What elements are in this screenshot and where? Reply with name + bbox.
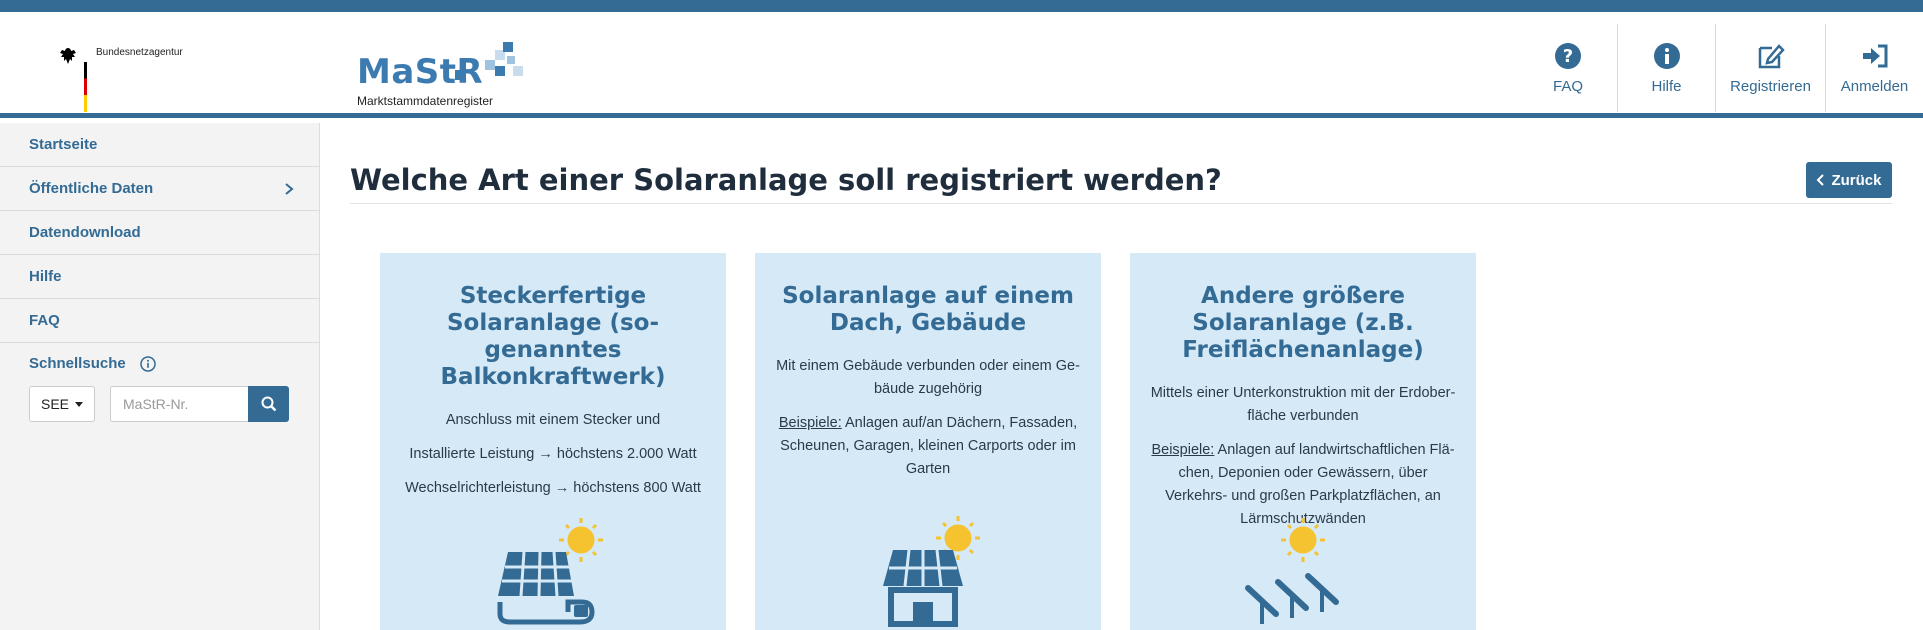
nav-faq[interactable]: ? FAQ — [1519, 24, 1617, 112]
ground-solar-field-icon — [1245, 518, 1339, 624]
card-illustration — [1130, 510, 1476, 630]
question-circle-icon: ? — [1555, 42, 1581, 69]
flag-stripe — [84, 62, 87, 112]
sidebar-item-label: Hilfe — [29, 268, 62, 285]
quick-search-title: Schnellsuche — [29, 355, 290, 372]
title-divider — [350, 203, 1892, 204]
card-title: Andere größere Solaranlage (z.B. Freiflä… — [1182, 283, 1424, 363]
quick-search-label: Schnellsuche — [29, 355, 126, 372]
card-freiflaechenanlage[interactable]: Andere größere Solaranlage (z.B. Freiflä… — [1130, 253, 1476, 630]
back-button[interactable]: Zurück — [1806, 162, 1892, 198]
logo-squares-icon — [455, 42, 523, 80]
sidebar-item-label: Datendownload — [29, 224, 141, 241]
house-solar-roof-icon — [883, 516, 980, 627]
card-description: Mit einem Gebäude verbunden oder einem G… — [776, 358, 1080, 397]
sidebar-item-hilfe[interactable]: Hilfe — [0, 255, 319, 299]
back-button-label: Zurück — [1831, 171, 1882, 189]
mastr-logo[interactable]: MaStR Marktstammdatenregister — [357, 30, 523, 108]
quick-search-type-select[interactable]: SEE — [29, 386, 95, 422]
card-line: Installierte Leistung → höchstens 2.000 … — [409, 446, 697, 462]
edit-icon — [1758, 43, 1785, 68]
card-title: Steckerfertige Solaranlage (so-genanntes… — [440, 283, 666, 390]
sidebar-item-oeffentliche-daten[interactable]: Öffentliche Daten — [0, 167, 319, 211]
quick-search-button[interactable] — [248, 386, 289, 422]
info-circle-icon[interactable] — [139, 355, 156, 372]
page-title: Welche Art einer Solaranlage soll regist… — [350, 163, 1222, 197]
card-line: Anschluss mit einem Stecker und — [445, 412, 661, 428]
nav-faq-label: FAQ — [1552, 77, 1583, 95]
nav-anmelden[interactable]: Anmelden — [1825, 24, 1923, 112]
nav-hilfe-label: Hilfe — [1651, 77, 1682, 95]
chevron-left-icon — [1817, 174, 1825, 186]
nav-anmelden-label: Anmelden — [1840, 77, 1909, 95]
sidebar-item-datendownload[interactable]: Datendownload — [0, 211, 319, 255]
card-illustration — [755, 510, 1101, 630]
site-header: Bundesnetzagentur MaStR Marktstammdatenr… — [0, 12, 1923, 118]
federal-eagle-icon — [60, 48, 76, 64]
card-line: Wechselrichterleistung → höchstens 800 W… — [405, 480, 701, 496]
card-illustration — [380, 510, 726, 630]
nav-hilfe[interactable]: Hilfe — [1617, 24, 1715, 112]
plug-solar-panel-icon — [497, 518, 603, 625]
card-description: Mittels einer Unterkonstruktion mit der … — [1150, 385, 1456, 424]
sidebar: Startseite Öffentliche Daten Datendownlo… — [0, 123, 320, 630]
nav-registrieren[interactable]: Registrieren — [1715, 24, 1825, 112]
svg-text:?: ? — [1563, 46, 1573, 67]
quick-search-input[interactable] — [110, 386, 248, 422]
top-accent-bar — [0, 0, 1923, 12]
card-balkonkraftwerk[interactable]: Steckerfertige Solaranlage (so-genanntes… — [380, 253, 726, 630]
chevron-right-icon — [285, 182, 294, 195]
card-title: Solaranlage auf einem Dach, Gebäude — [782, 283, 1074, 336]
quick-search: Schnellsuche SEE — [0, 343, 319, 434]
sidebar-item-label: Öffentliche Daten — [29, 180, 154, 197]
caret-down-icon — [75, 401, 83, 407]
agency-name: Bundesnetzagentur — [96, 47, 183, 58]
header-nav: ? FAQ Hilfe Registrieren Anmelden — [1519, 24, 1923, 112]
select-value: SEE — [40, 396, 69, 412]
sidebar-item-label: Startseite — [29, 136, 98, 153]
examples-label: Beispiele: — [778, 415, 842, 431]
search-icon — [261, 396, 276, 412]
card-dach-gebaeude[interactable]: Solaranlage auf einem Dach, Gebäude Mit … — [755, 253, 1101, 630]
info-circle-icon — [1653, 42, 1680, 69]
quick-search-row: SEE — [29, 386, 290, 422]
sidebar-item-label: FAQ — [29, 312, 60, 329]
sidebar-item-faq[interactable]: FAQ — [0, 299, 319, 343]
card-examples: Beispiele: Anlagen auf/an Dächern, Fassa… — [773, 412, 1083, 481]
sign-in-icon — [1862, 44, 1887, 67]
examples-label: Beispiele: — [1151, 442, 1215, 458]
sidebar-item-startseite[interactable]: Startseite — [0, 123, 319, 167]
nav-registrieren-label: Registrieren — [1730, 77, 1811, 95]
mastr-logo-subtitle: Marktstammdatenregister — [357, 94, 494, 108]
